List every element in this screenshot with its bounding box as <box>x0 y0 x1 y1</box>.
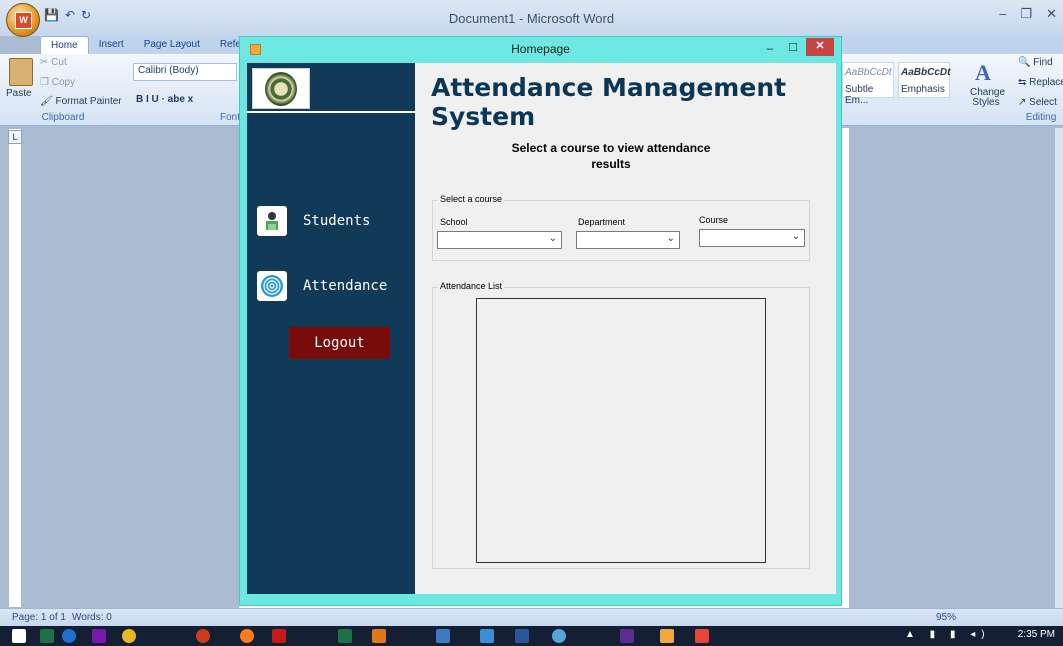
office-logo-icon: W <box>15 12 32 29</box>
homepage-app-icon[interactable] <box>660 629 674 643</box>
chevron-down-icon: ⌄ <box>548 233 557 244</box>
app-icon[interactable] <box>372 629 386 643</box>
visual-studio-icon[interactable] <box>620 629 634 643</box>
chevron-down-icon: ⌄ <box>791 231 800 242</box>
sidebar-item-attendance[interactable]: Attendance <box>257 270 387 302</box>
cut-label: Cut <box>51 57 67 68</box>
paste-icon[interactable] <box>9 58 33 86</box>
style-subtle-emphasis[interactable]: AaBbCcDt Subtle Em... <box>842 62 894 106</box>
xampp-icon[interactable] <box>695 629 709 643</box>
office-button[interactable]: W <box>6 3 40 37</box>
photos-icon[interactable] <box>480 629 494 643</box>
font-name-field[interactable]: Calibri (Body) <box>133 63 237 81</box>
sidebar-item-students[interactable]: Students <box>257 205 370 237</box>
vertical-scrollbar[interactable] <box>1055 128 1063 608</box>
select-label: Select <box>1029 97 1057 108</box>
attendance-list-group: Attendance List <box>432 281 810 569</box>
tab-insert[interactable]: Insert <box>89 36 134 54</box>
minimize-button[interactable]: – <box>760 40 780 58</box>
department-select[interactable]: ⌄ <box>576 231 680 249</box>
firefox-icon[interactable] <box>240 629 254 643</box>
restore-icon[interactable]: ❐ <box>1020 6 1032 22</box>
course-select[interactable]: ⌄ <box>699 229 805 247</box>
format-painter-button[interactable]: 🖌 Format Painter <box>40 96 122 107</box>
select-button[interactable]: ↗ Select <box>1018 97 1057 108</box>
chevron-down-icon: ⌄ <box>666 233 675 244</box>
select-course-legend: Select a course <box>438 194 505 204</box>
students-label: Students <box>303 213 371 229</box>
vertical-ruler <box>8 128 22 608</box>
close-icon[interactable]: ✕ <box>1046 6 1057 22</box>
chrome-icon[interactable] <box>122 629 136 643</box>
attendance-label: Attendance <box>303 278 388 294</box>
logo <box>252 68 310 109</box>
ie-icon[interactable] <box>62 629 76 643</box>
format-painter-label: Format Painter <box>55 96 122 107</box>
opera-icon[interactable] <box>196 629 210 643</box>
homepage-client-area: Students Attendance Logout Attendance Ma… <box>247 63 836 594</box>
cut-button[interactable]: ✂ Cut <box>40 57 67 68</box>
start-icon[interactable] <box>12 629 26 643</box>
word-window-controls[interactable]: – ❐ ✕ <box>999 6 1057 22</box>
sidebar: Students Attendance Logout <box>247 63 415 594</box>
system-tray[interactable]: ▲ ▮ ▮ ◂) <box>905 629 991 640</box>
status-zoom[interactable]: 95% <box>936 612 956 623</box>
app-title: Attendance Management System <box>431 73 787 131</box>
taskbar: ▲ ▮ ▮ ◂) 2:35 PM <box>0 626 1063 646</box>
font-format-buttons[interactable]: B I U · abe x <box>136 94 193 105</box>
status-bar: Page: 1 of 1 Words: 0 95% <box>0 608 1063 626</box>
select-course-group: Select a course School Department Course… <box>432 194 810 261</box>
word-taskbar-icon[interactable] <box>515 629 529 643</box>
status-words[interactable]: Words: 0 <box>72 612 112 623</box>
change-styles-icon[interactable]: A <box>975 60 991 86</box>
app2-icon[interactable] <box>552 629 566 643</box>
logout-button[interactable]: Logout <box>289 327 390 359</box>
close-button[interactable]: ✕ <box>806 38 834 56</box>
explorer-icon[interactable] <box>436 629 450 643</box>
tab-page-layout[interactable]: Page Layout <box>134 36 210 54</box>
school-label: School <box>440 217 468 227</box>
attendance-list-legend: Attendance List <box>438 281 505 291</box>
onenote-icon[interactable] <box>92 629 106 643</box>
replace-button[interactable]: ⇆ Replace <box>1018 77 1063 88</box>
word-document-title: Document1 - Microsoft Word <box>448 11 615 26</box>
status-page[interactable]: Page: 1 of 1 <box>12 612 66 623</box>
tab-selector[interactable]: L <box>8 130 22 144</box>
style-sample: AaBbCcDt <box>845 67 892 78</box>
editing-group-label: Editing <box>1025 112 1057 123</box>
find-button[interactable]: 🔍 Find <box>1018 57 1053 68</box>
copy-label: Copy <box>51 77 76 88</box>
clock[interactable]: 2:35 PM <box>1018 629 1055 640</box>
course-label: Course <box>699 215 729 225</box>
copy-button[interactable]: ❐ Copy <box>40 77 75 88</box>
university-seal-icon <box>265 72 297 106</box>
style-emphasis[interactable]: AaBbCcDt Emphasis <box>898 62 950 98</box>
style-emphasis-label: Emphasis <box>901 84 945 95</box>
department-label: Department <box>578 217 626 227</box>
style-sample-emphasis: AaBbCcDt <box>901 67 951 78</box>
word-title-bar: 💾 ↶ ↻ Document1 - Microsoft Word – ❐ ✕ <box>0 0 1063 36</box>
acrobat-icon[interactable] <box>272 629 286 643</box>
attendance-list[interactable] <box>476 298 766 563</box>
maximize-button[interactable]: ☐ <box>783 40 803 58</box>
style-subtle-label: Subtle Em... <box>845 84 874 106</box>
fingerprint-icon <box>257 271 287 301</box>
excel-icon[interactable] <box>40 629 54 643</box>
paste-button[interactable]: Paste <box>6 88 32 99</box>
minimize-icon[interactable]: – <box>999 6 1006 22</box>
clipboard-group-label: Clipboard <box>41 112 85 123</box>
project-icon[interactable] <box>338 629 352 643</box>
homepage-title: Homepage <box>511 42 570 56</box>
tab-home[interactable]: Home <box>40 36 89 54</box>
sidebar-divider <box>247 111 415 113</box>
school-select[interactable]: ⌄ <box>437 231 562 249</box>
instruction-text: Select a course to view attendance resul… <box>511 141 711 171</box>
homepage-window: Homepage – ☐ ✕ Students Attendance Logou… <box>239 36 842 606</box>
replace-label: Replace <box>1029 77 1063 88</box>
find-label: Find <box>1033 57 1053 68</box>
student-icon <box>257 206 287 236</box>
change-styles-button[interactable]: Change Styles <box>970 88 1005 108</box>
